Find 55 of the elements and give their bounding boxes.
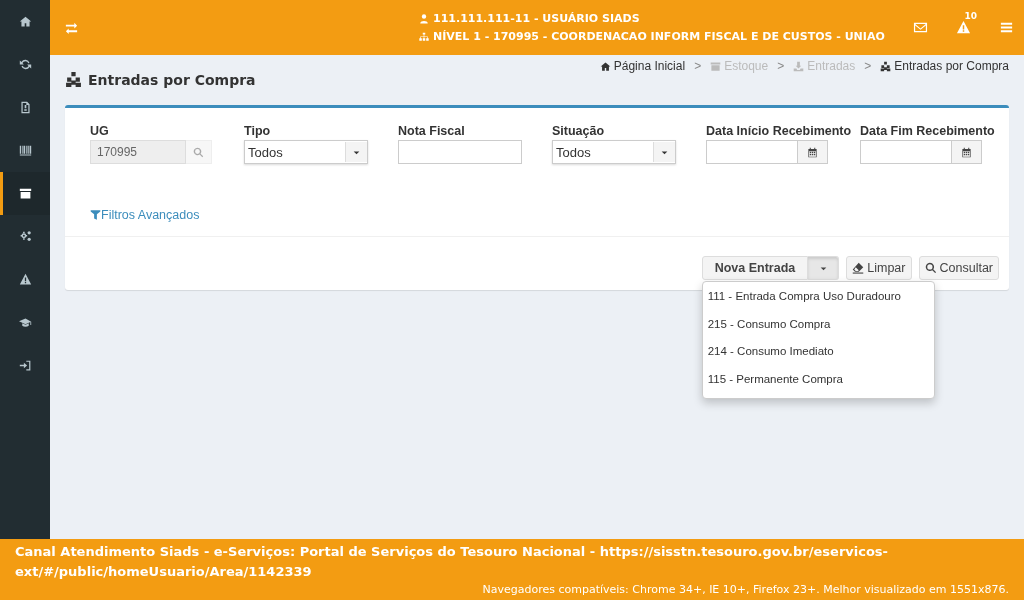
swap-arrows-icon[interactable] <box>64 20 79 35</box>
date-field[interactable] <box>706 140 798 164</box>
calendar-icon <box>807 146 818 158</box>
archive-box-icon <box>710 60 722 72</box>
support-channel-text: Canal Atendimento Siads - e-Serviços: Portal de Serviços do Tesouro Nacional - https://sisstn.tesouro.gov.br/eservicos-ext/#/public/homeUsuario/Area/1142339 <box>15 543 889 581</box>
field-label: Situação <box>552 124 606 138</box>
mail-icon[interactable] <box>913 20 928 35</box>
dropdown-field[interactable]: Todos <box>244 140 368 164</box>
browser-compatibility-text: Navegadores compatíveis: Chrome 34+, IE 10+, Firefox 23+. Melhor visualizado em 1551x876. <box>482 582 1009 598</box>
clear-button[interactable]: Limpar <box>846 256 912 280</box>
new-entry-button[interactable]: Nova Entrada <box>701 256 809 280</box>
unit-name: NÍVEL 1 - 170995 - COORDENACAO INFORM FISCAL E DE CUSTOS - UNIAO <box>433 30 885 43</box>
calendar-icon <box>961 146 972 158</box>
sidebar-archive-box-icon[interactable] <box>0 172 50 215</box>
nota-fiscal-field[interactable] <box>398 140 522 164</box>
ug-field: 170995 <box>90 140 186 164</box>
menu-item[interactable]: 111 - Entrada Compra Uso Duradouro <box>702 285 934 313</box>
field-label: UG <box>90 124 110 138</box>
menu-icon[interactable] <box>999 20 1014 35</box>
dropdown-toggle-button[interactable] <box>808 256 840 280</box>
search-button[interactable] <box>186 140 212 164</box>
breadcrumb-link[interactable]: Página Inicial <box>613 59 686 73</box>
user-icon <box>419 13 429 24</box>
user-name: 111.111.111-11 - USUÁRIO SIADS <box>433 12 640 25</box>
field-label: Nota Fiscal <box>398 124 466 138</box>
breadcrumb-link[interactable]: Entradas por Compra <box>894 59 1009 73</box>
breadcrumb-separator: > <box>864 59 872 73</box>
breadcrumb-link: Estoque <box>724 59 769 73</box>
eraser-icon <box>852 262 865 274</box>
field-label: Tipo <box>244 124 272 138</box>
inbox-arrow-icon <box>793 60 805 72</box>
warning-icon[interactable] <box>956 20 971 35</box>
breadcrumb-separator: > <box>777 59 785 73</box>
breadcrumb-separator: > <box>694 59 702 73</box>
alert-count: 10 <box>964 11 977 21</box>
dropdown-field[interactable]: Todos <box>552 140 676 164</box>
sitemap-icon <box>419 31 429 42</box>
home-icon <box>599 60 611 72</box>
search-button[interactable]: Consultar <box>918 256 999 280</box>
search-icon <box>193 146 204 158</box>
menu-item[interactable]: 115 - Permanente Compra <box>702 367 934 395</box>
calendar-button[interactable] <box>798 140 828 164</box>
calendar-button[interactable] <box>952 140 982 164</box>
date-field[interactable] <box>860 140 952 164</box>
search-icon <box>924 262 937 274</box>
cubes-icon <box>65 71 82 88</box>
page-title: Entradas por Compra <box>88 71 256 88</box>
breadcrumb-link: Entradas <box>807 59 856 73</box>
cubes-icon <box>880 60 892 72</box>
field-label: Data Fim Recebimento <box>860 124 996 138</box>
field-label: Data Início Recebimento <box>706 124 853 138</box>
menu-item[interactable]: 214 - Consumo Imediato <box>702 340 934 368</box>
filter-icon <box>90 209 101 221</box>
advanced-filters-link[interactable]: Filtros Avançados <box>90 208 200 222</box>
menu-item[interactable]: 215 - Consumo Compra <box>702 312 934 340</box>
